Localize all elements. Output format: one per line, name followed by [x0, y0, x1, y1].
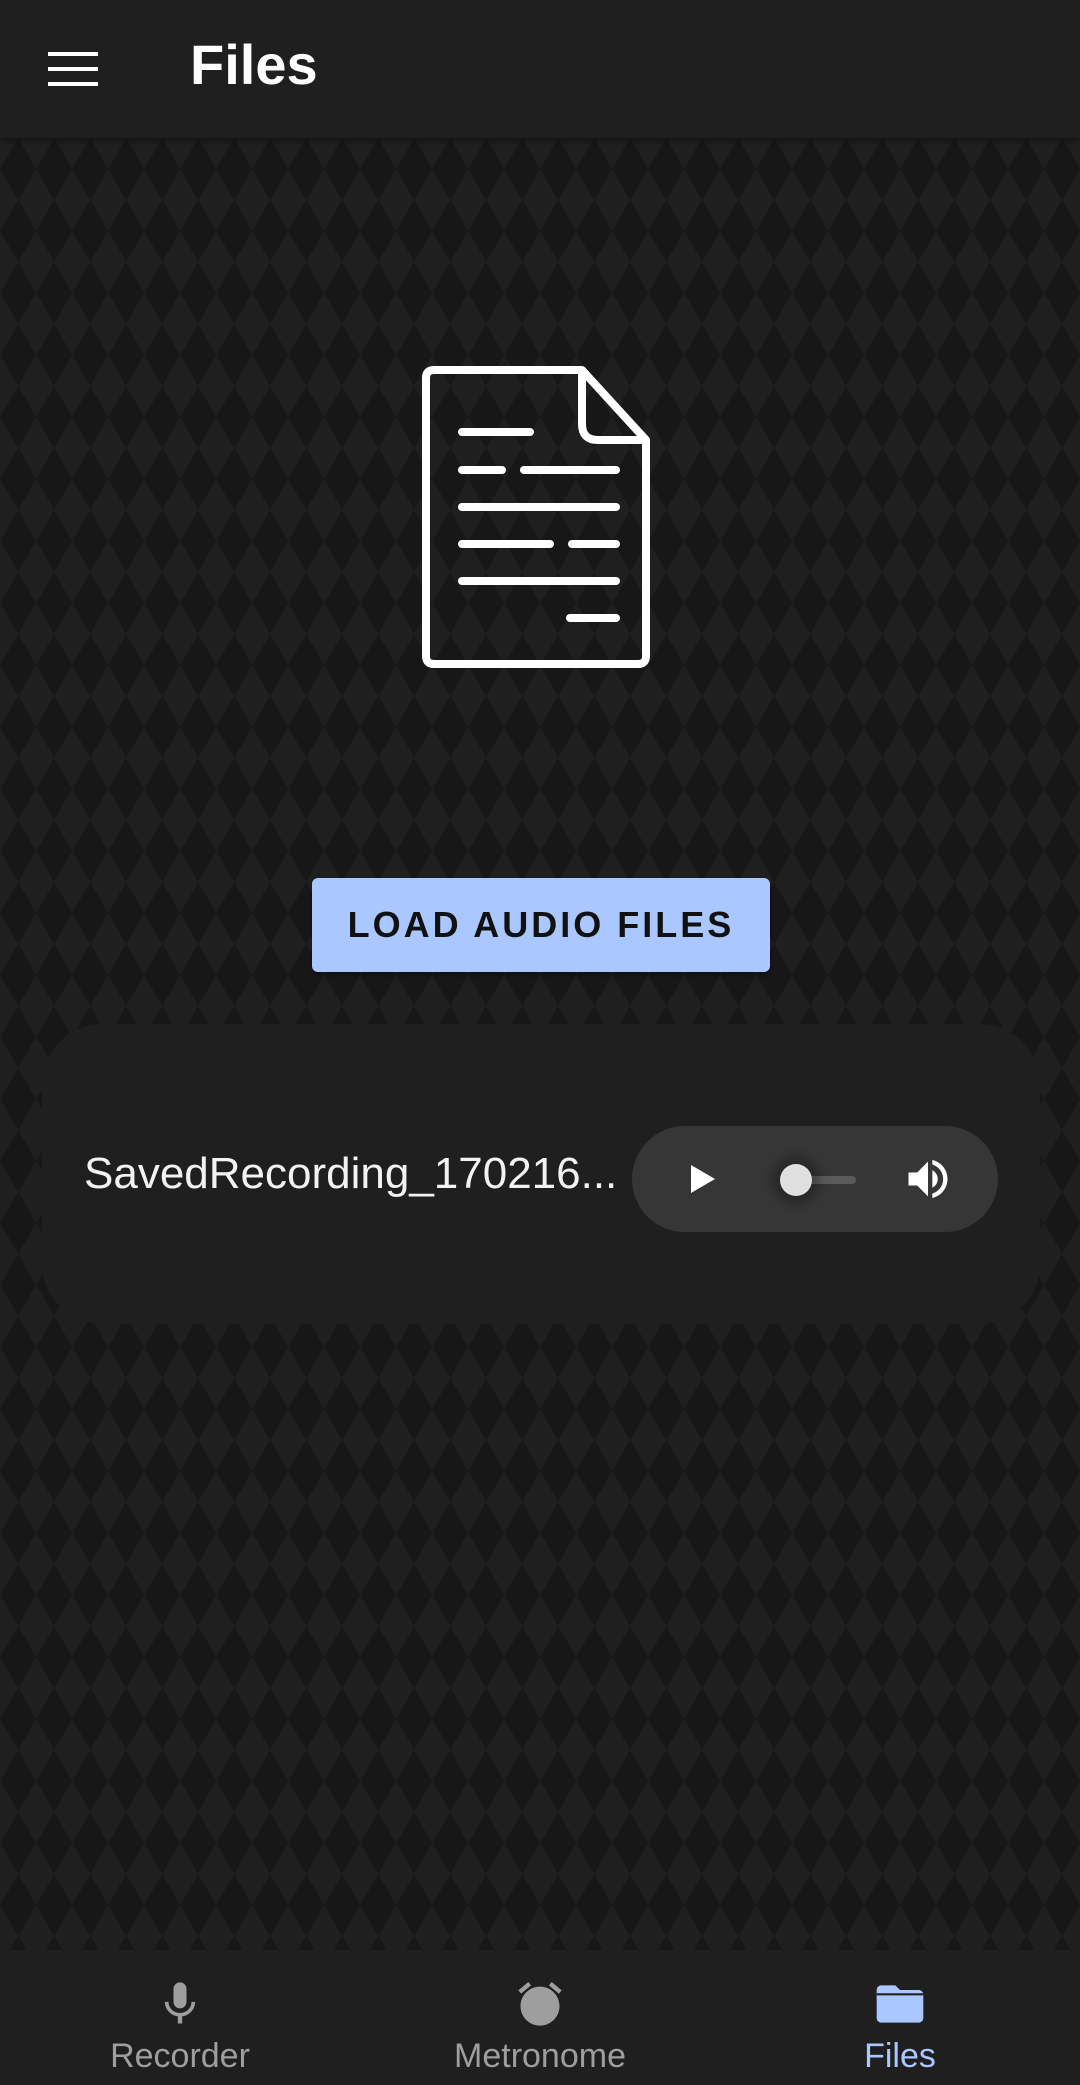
- app-root: Files LOAD AUDIO FILES SavedRecording_17…: [0, 0, 1080, 2085]
- volume-up-icon: [908, 1159, 948, 1199]
- audio-player: [632, 1126, 998, 1232]
- nav-label-metronome: Metronome: [454, 2037, 626, 2075]
- audio-file-card: SavedRecording_170216...: [42, 1024, 1040, 1324]
- seek-slider-thumb[interactable]: [780, 1164, 812, 1196]
- app-bar: Files: [0, 0, 1080, 138]
- play-button[interactable]: [672, 1151, 728, 1207]
- volume-button[interactable]: [900, 1151, 956, 1207]
- play-icon: [691, 1165, 715, 1193]
- seek-slider[interactable]: [780, 1164, 856, 1196]
- nav-item-files[interactable]: Files: [720, 1950, 1080, 2085]
- alarm-clock-icon: [512, 1976, 568, 2032]
- bottom-navigation: Recorder Metronome Files: [0, 1950, 1080, 2085]
- nav-label-recorder: Recorder: [110, 2037, 250, 2075]
- load-audio-files-button[interactable]: LOAD AUDIO FILES: [312, 878, 770, 972]
- hamburger-menu-icon: [48, 52, 98, 86]
- menu-button[interactable]: [30, 34, 116, 104]
- microphone-icon: [152, 1976, 208, 2032]
- nav-item-metronome[interactable]: Metronome: [360, 1950, 720, 2085]
- nav-item-recorder[interactable]: Recorder: [0, 1950, 360, 2085]
- document-illustration: [420, 362, 660, 672]
- nav-label-files: Files: [864, 2037, 936, 2075]
- file-name: SavedRecording_170216...: [84, 1149, 618, 1198]
- page-title: Files: [190, 33, 318, 96]
- document-icon: [422, 366, 650, 668]
- folder-icon: [872, 1976, 928, 2032]
